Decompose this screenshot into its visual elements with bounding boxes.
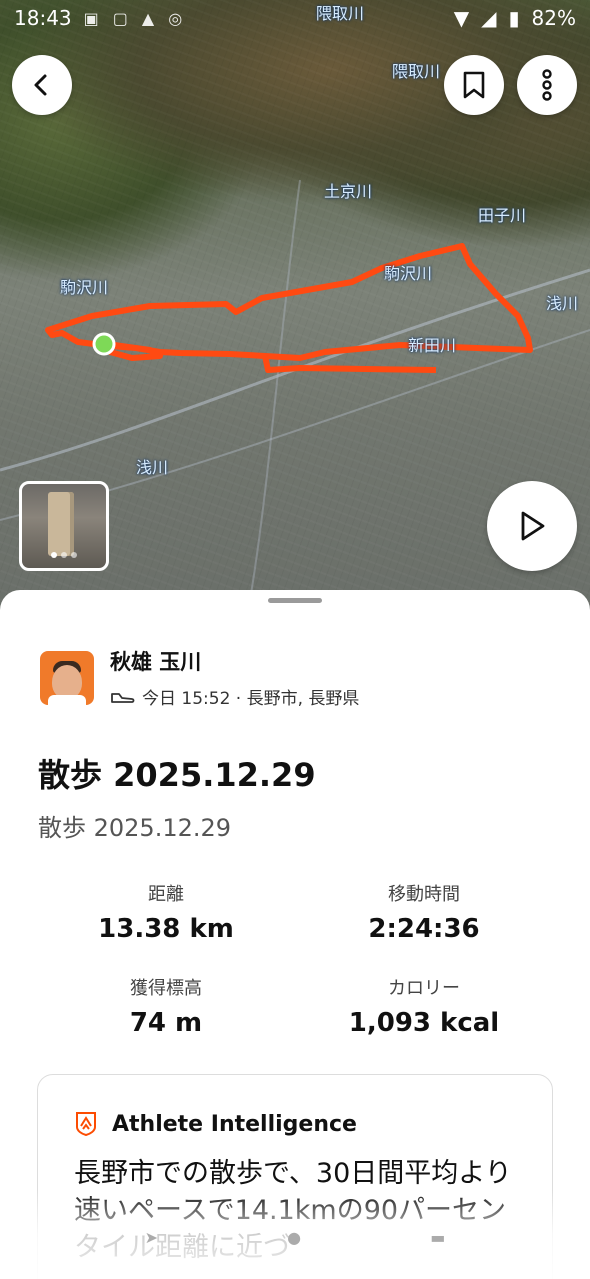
app-icon: ◎	[168, 8, 183, 28]
bookmark-button[interactable]	[444, 55, 504, 115]
stat-value: 74 m	[129, 1008, 203, 1038]
river-label: 隈取川	[392, 62, 441, 81]
stat-distance: 距離 13.38 km	[46, 880, 286, 944]
warning-icon: ▲	[141, 8, 155, 28]
pager-dot	[51, 552, 57, 558]
bookmark-icon	[463, 71, 485, 99]
location-icon[interactable]: ●	[287, 1228, 301, 1247]
athlete-intelligence-icon	[76, 1112, 96, 1137]
activity-title: 散歩 2025.12.29	[38, 756, 316, 794]
athlete-name[interactable]: 秋雄 玉川	[110, 646, 359, 676]
play-icon	[521, 511, 545, 541]
photo-pager-dots	[22, 552, 106, 558]
calendar-icon: ▣	[83, 8, 99, 28]
pager-dot	[71, 552, 77, 558]
notification-icons: ▣ ▢ ▲ ◎	[84, 9, 183, 28]
drag-handle[interactable]	[268, 598, 322, 603]
photo-content	[48, 492, 74, 556]
more-options-button[interactable]	[517, 55, 577, 115]
river-label: 駒沢川	[384, 264, 433, 283]
bottom-nav-hint: ➤ ● ▬	[0, 1228, 590, 1247]
river-label: 浅川	[546, 294, 579, 313]
battery-level: 82%	[531, 6, 576, 30]
river-label: 駒沢川	[60, 278, 109, 297]
stat-elevation-gain: 獲得標高 74 m	[46, 974, 286, 1038]
activity-description: 散歩 2025.12.29	[38, 814, 232, 842]
pager-dot	[61, 552, 67, 558]
status-bar: 18:43 ▣ ▢ ▲ ◎ ▼ ◢ ▮ 82%	[0, 0, 590, 36]
more-vertical-icon	[542, 69, 552, 101]
back-button[interactable]	[12, 55, 72, 115]
battery-icon: ▮	[508, 6, 520, 30]
stat-label: 獲得標高	[130, 978, 202, 999]
status-time: 18:43	[14, 6, 72, 30]
shoe-icon	[111, 692, 135, 703]
river-label: 土京川	[324, 182, 373, 201]
river-label: 浅川	[136, 458, 169, 477]
athlete-header[interactable]: 秋雄 玉川 今日 15:52 · 長野市, 長野県	[40, 646, 359, 709]
stat-label: 移動時間	[388, 884, 460, 905]
river-label: 田子川	[478, 206, 527, 225]
river-label: 新田川	[408, 336, 457, 355]
chevron-left-icon	[34, 74, 47, 96]
image-icon: ▢	[112, 8, 128, 28]
stat-label: 距離	[148, 884, 184, 905]
stat-value: 13.38 km	[98, 914, 234, 944]
wifi-icon: ▼	[453, 6, 470, 30]
avatar-face	[52, 664, 82, 699]
stat-value: 2:24:36	[368, 914, 480, 944]
chat-icon[interactable]: ▬	[430, 1228, 445, 1247]
road-line	[249, 179, 301, 601]
signal-icon: ◢	[481, 6, 497, 30]
send-icon[interactable]: ➤	[145, 1228, 158, 1247]
stat-label: カロリー	[388, 978, 460, 999]
start-marker	[92, 332, 116, 356]
activity-meta: 今日 15:52 · 長野市, 長野県	[110, 684, 359, 709]
stat-moving-time: 移動時間 2:24:36	[304, 880, 544, 944]
play-flyover-button[interactable]	[487, 481, 577, 571]
activity-meta-text: 今日 15:52 · 長野市, 長野県	[142, 689, 360, 709]
card-title: Athlete Intelligence	[112, 1111, 357, 1137]
avatar[interactable]	[40, 650, 94, 705]
stat-calories: カロリー 1,093 kcal	[304, 974, 544, 1038]
avatar-body	[48, 694, 86, 705]
stat-value: 1,093 kcal	[348, 1008, 500, 1038]
photo-thumbnail[interactable]	[19, 481, 109, 571]
activity-detail-sheet[interactable]: 秋雄 玉川 今日 15:52 · 長野市, 長野県 散歩 2025.12.29 …	[0, 590, 590, 1279]
